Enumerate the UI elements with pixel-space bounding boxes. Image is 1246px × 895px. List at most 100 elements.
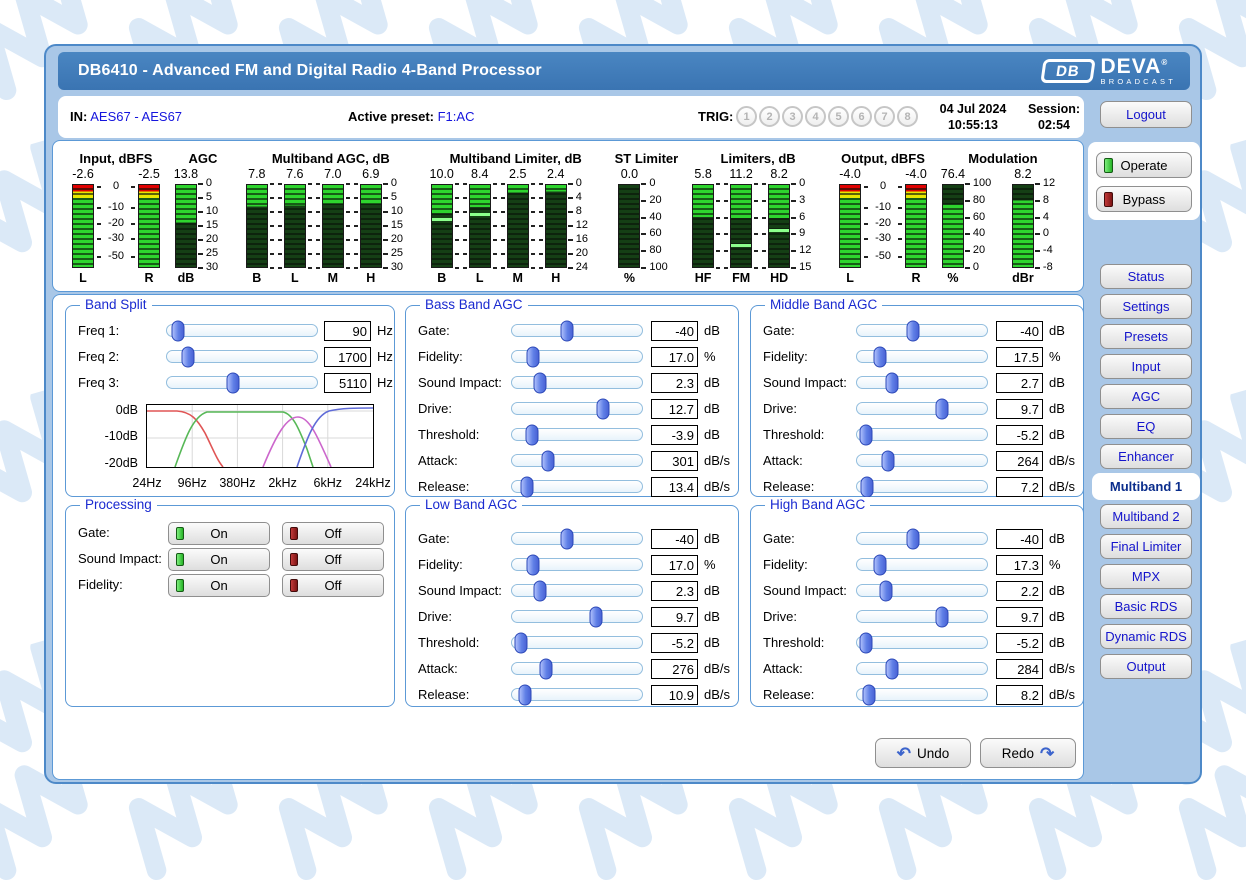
middle-band-agc-drive-slider[interactable] [856, 402, 988, 415]
slider-thumb[interactable] [521, 476, 534, 497]
bass-band-agc-gate-slider[interactable] [511, 324, 643, 337]
high-band-agc-gate-slider[interactable] [856, 532, 988, 545]
logout-button[interactable]: Logout [1100, 101, 1192, 128]
bass-band-agc-attack-value-input[interactable]: 301 [651, 451, 698, 471]
high-band-agc-sound-impact-value-input[interactable]: 2.2 [996, 581, 1043, 601]
high-band-agc-release-value-input[interactable]: 8.2 [996, 685, 1043, 705]
low-band-agc-gate-value-input[interactable]: -40 [651, 529, 698, 549]
slider-thumb[interactable] [935, 398, 948, 419]
bypass-button[interactable]: Bypass [1096, 186, 1192, 212]
slider-thumb[interactable] [539, 658, 552, 679]
slider-thumb[interactable] [526, 346, 539, 367]
sidebar-item-enhancer[interactable]: Enhancer [1100, 444, 1192, 469]
sidebar-item-eq[interactable]: EQ [1100, 414, 1192, 439]
slider-thumb[interactable] [181, 346, 194, 367]
active-preset-value[interactable]: F1:AC [438, 109, 475, 124]
input-source-value[interactable]: AES67 - AES67 [90, 109, 182, 124]
high-band-agc-fidelity-slider[interactable] [856, 558, 988, 571]
band-split-freq-1-value-input[interactable]: 90 [324, 321, 371, 341]
processing-sound-impact-on-button[interactable]: On [168, 548, 270, 571]
undo-button[interactable]: ↶ Undo [875, 738, 971, 768]
sidebar-item-output[interactable]: Output [1100, 654, 1192, 679]
slider-thumb[interactable] [533, 372, 546, 393]
processing-gate-off-button[interactable]: Off [282, 522, 384, 545]
slider-thumb[interactable] [542, 450, 555, 471]
bass-band-agc-gate-value-input[interactable]: -40 [651, 321, 698, 341]
sidebar-item-multiband-1[interactable]: Multiband 1 [1092, 473, 1200, 500]
band-split-freq-1-slider[interactable] [166, 324, 318, 337]
band-split-freq-2-value-input[interactable]: 1700 [324, 347, 371, 367]
slider-thumb[interactable] [172, 320, 185, 341]
slider-thumb[interactable] [882, 450, 895, 471]
slider-thumb[interactable] [860, 632, 873, 653]
slider-thumb[interactable] [880, 580, 893, 601]
low-band-agc-sound-impact-value-input[interactable]: 2.3 [651, 581, 698, 601]
low-band-agc-drive-slider[interactable] [511, 610, 643, 623]
operate-button[interactable]: Operate [1096, 152, 1192, 178]
band-split-freq-2-slider[interactable] [166, 350, 318, 363]
trig-button-8[interactable]: 8 [897, 106, 918, 127]
slider-thumb[interactable] [906, 320, 919, 341]
slider-thumb[interactable] [874, 346, 887, 367]
middle-band-agc-threshold-value-input[interactable]: -5.2 [996, 425, 1043, 445]
high-band-agc-attack-value-input[interactable]: 284 [996, 659, 1043, 679]
slider-thumb[interactable] [526, 554, 539, 575]
low-band-agc-release-value-input[interactable]: 10.9 [651, 685, 698, 705]
low-band-agc-attack-value-input[interactable]: 276 [651, 659, 698, 679]
trig-button-4[interactable]: 4 [805, 106, 826, 127]
high-band-agc-fidelity-value-input[interactable]: 17.3 [996, 555, 1043, 575]
slider-thumb[interactable] [874, 554, 887, 575]
band-split-freq-3-slider[interactable] [166, 376, 318, 389]
slider-thumb[interactable] [935, 606, 948, 627]
low-band-agc-threshold-slider[interactable] [511, 636, 643, 649]
processing-fidelity-on-button[interactable]: On [168, 574, 270, 597]
slider-thumb[interactable] [906, 528, 919, 549]
trig-button-3[interactable]: 3 [782, 106, 803, 127]
trig-button-2[interactable]: 2 [759, 106, 780, 127]
middle-band-agc-drive-value-input[interactable]: 9.7 [996, 399, 1043, 419]
trig-button-7[interactable]: 7 [874, 106, 895, 127]
middle-band-agc-sound-impact-slider[interactable] [856, 376, 988, 389]
slider-thumb[interactable] [885, 372, 898, 393]
bass-band-agc-fidelity-value-input[interactable]: 17.0 [651, 347, 698, 367]
middle-band-agc-attack-value-input[interactable]: 264 [996, 451, 1043, 471]
low-band-agc-release-slider[interactable] [511, 688, 643, 701]
high-band-agc-gate-value-input[interactable]: -40 [996, 529, 1043, 549]
sidebar-item-settings[interactable]: Settings [1100, 294, 1192, 319]
low-band-agc-fidelity-value-input[interactable]: 17.0 [651, 555, 698, 575]
slider-thumb[interactable] [525, 424, 538, 445]
bass-band-agc-drive-value-input[interactable]: 12.7 [651, 399, 698, 419]
low-band-agc-sound-impact-slider[interactable] [511, 584, 643, 597]
high-band-agc-threshold-slider[interactable] [856, 636, 988, 649]
middle-band-agc-attack-slider[interactable] [856, 454, 988, 467]
slider-thumb[interactable] [515, 632, 528, 653]
middle-band-agc-gate-value-input[interactable]: -40 [996, 321, 1043, 341]
slider-thumb[interactable] [885, 658, 898, 679]
bass-band-agc-release-slider[interactable] [511, 480, 643, 493]
redo-button[interactable]: Redo ↷ [980, 738, 1076, 768]
middle-band-agc-threshold-slider[interactable] [856, 428, 988, 441]
slider-thumb[interactable] [560, 528, 573, 549]
bass-band-agc-drive-slider[interactable] [511, 402, 643, 415]
low-band-agc-fidelity-slider[interactable] [511, 558, 643, 571]
processing-gate-on-button[interactable]: On [168, 522, 270, 545]
slider-thumb[interactable] [560, 320, 573, 341]
high-band-agc-drive-slider[interactable] [856, 610, 988, 623]
band-split-freq-3-value-input[interactable]: 5110 [324, 373, 371, 393]
sidebar-item-agc[interactable]: AGC [1100, 384, 1192, 409]
middle-band-agc-fidelity-value-input[interactable]: 17.5 [996, 347, 1043, 367]
low-band-agc-threshold-value-input[interactable]: -5.2 [651, 633, 698, 653]
bass-band-agc-fidelity-slider[interactable] [511, 350, 643, 363]
high-band-agc-drive-value-input[interactable]: 9.7 [996, 607, 1043, 627]
sidebar-item-status[interactable]: Status [1100, 264, 1192, 289]
sidebar-item-final-limiter[interactable]: Final Limiter [1100, 534, 1192, 559]
sidebar-item-dynamic-rds[interactable]: Dynamic RDS [1100, 624, 1192, 649]
high-band-agc-sound-impact-slider[interactable] [856, 584, 988, 597]
slider-thumb[interactable] [596, 398, 609, 419]
bass-band-agc-release-value-input[interactable]: 13.4 [651, 477, 698, 497]
trig-button-5[interactable]: 5 [828, 106, 849, 127]
high-band-agc-threshold-value-input[interactable]: -5.2 [996, 633, 1043, 653]
middle-band-agc-fidelity-slider[interactable] [856, 350, 988, 363]
low-band-agc-gate-slider[interactable] [511, 532, 643, 545]
bass-band-agc-sound-impact-value-input[interactable]: 2.3 [651, 373, 698, 393]
